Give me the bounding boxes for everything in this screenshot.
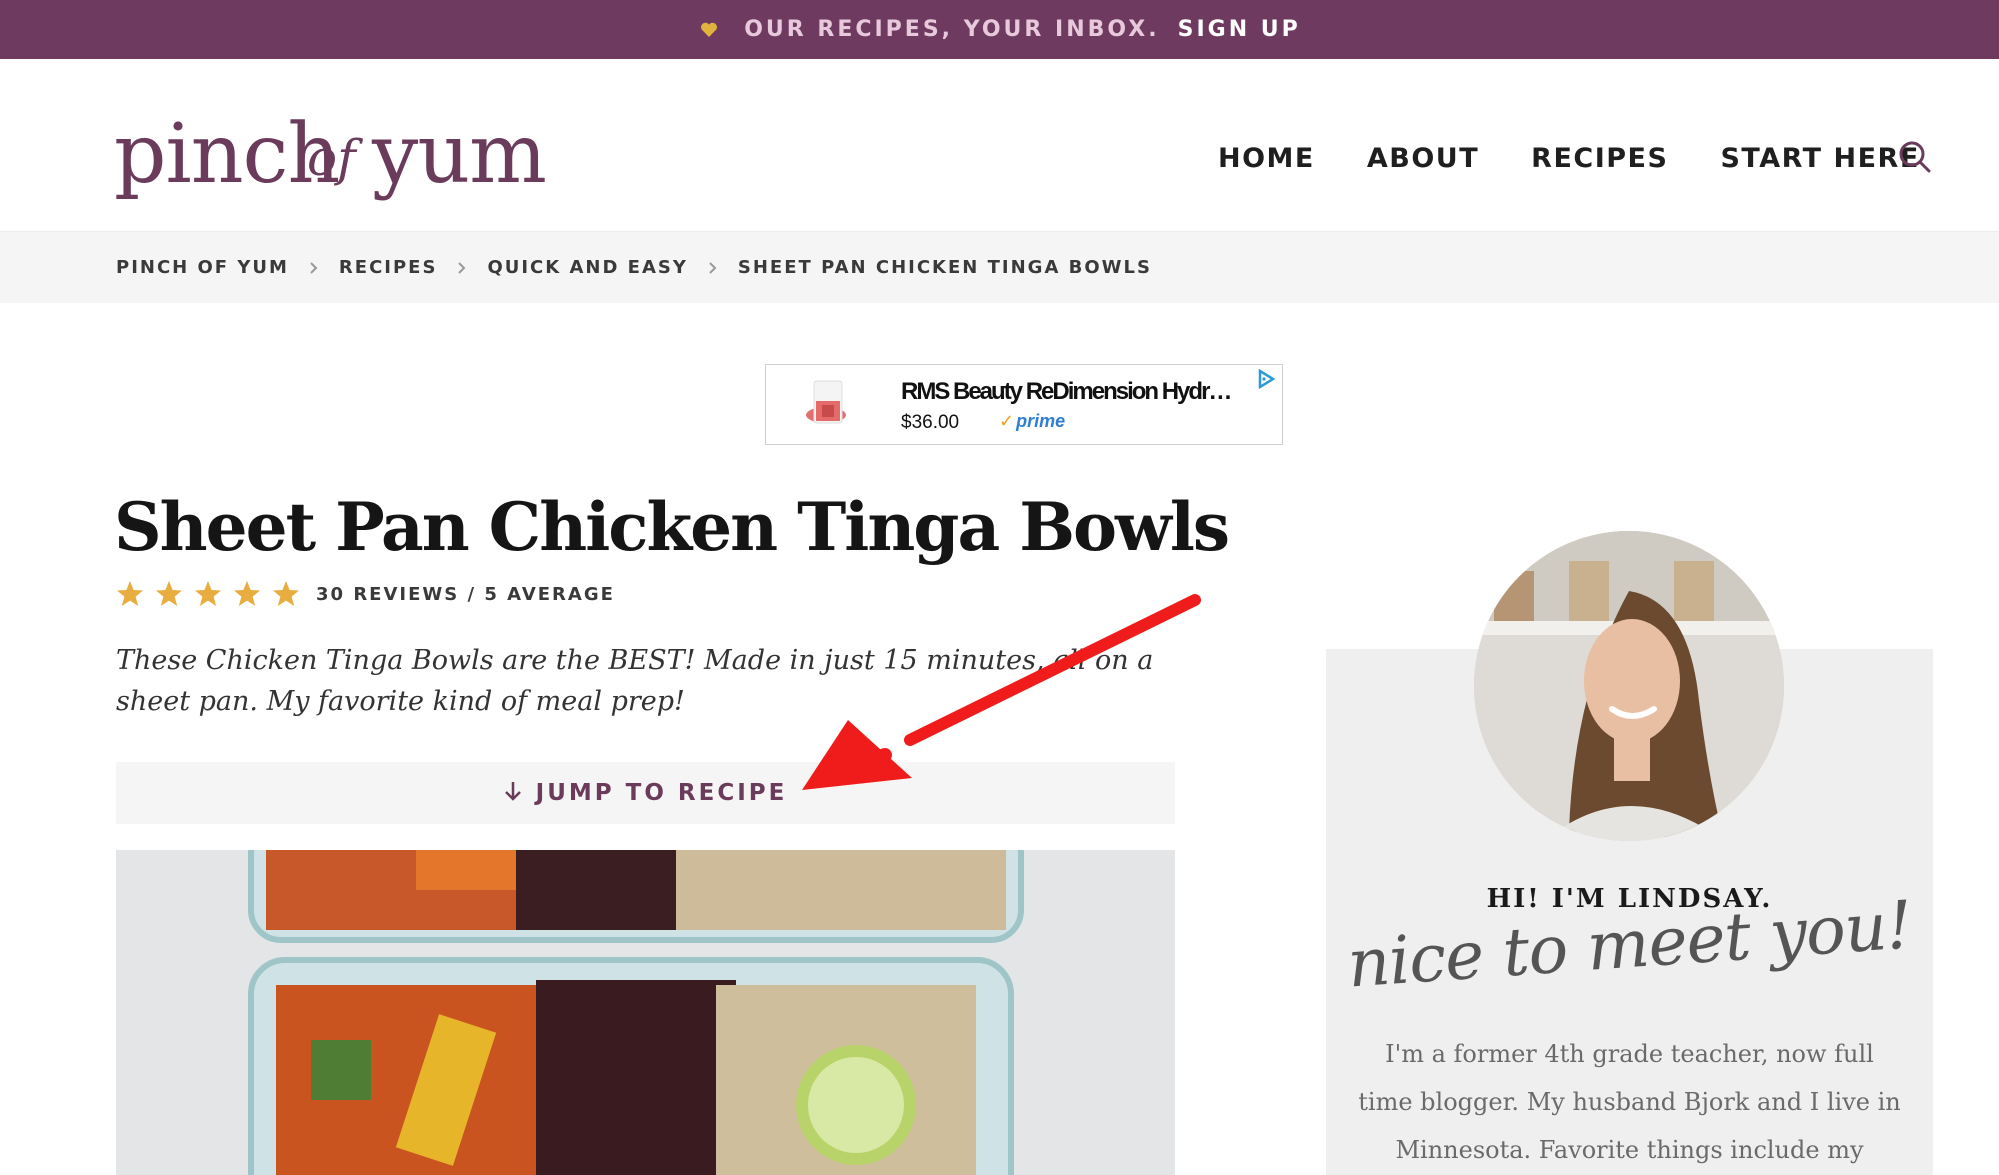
- recipe-intro: These Chicken Tinga Bowls are the BEST! …: [116, 645, 1154, 717]
- site-header: pinch of yum HOME ABOUT RECIPES START HE…: [0, 59, 1999, 231]
- nav-start-here[interactable]: START HERE: [1720, 143, 1919, 174]
- nav-home[interactable]: HOME: [1218, 143, 1315, 174]
- jump-to-recipe-button[interactable]: JUMP TO RECIPE: [116, 762, 1175, 824]
- star-rating: [116, 580, 300, 608]
- breadcrumb-pinch-of-yum[interactable]: PINCH OF YUM: [116, 257, 289, 278]
- star-icon: [233, 580, 261, 608]
- chevron-right-icon: [455, 261, 469, 275]
- logo-word-of: of: [307, 129, 356, 187]
- recipe-hero-image: [116, 850, 1175, 1175]
- recipe-title: Sheet Pan Chicken Tinga Bowls: [114, 488, 1230, 566]
- breadcrumb-quick-and-easy[interactable]: QUICK AND EASY: [487, 257, 687, 278]
- ad-product-image: [796, 375, 856, 435]
- main-nav: HOME ABOUT RECIPES START HERE: [1218, 143, 1920, 174]
- jump-to-recipe-label: JUMP TO RECIPE: [535, 780, 788, 806]
- nav-recipes[interactable]: RECIPES: [1531, 143, 1668, 174]
- promo-message: OUR RECIPES, YOUR INBOX.: [744, 17, 1160, 42]
- signup-link[interactable]: SIGN UP: [1178, 17, 1301, 42]
- promo-bar: OUR RECIPES, YOUR INBOX. SIGN UP: [0, 0, 1999, 59]
- breadcrumb-recipes[interactable]: RECIPES: [339, 257, 438, 278]
- heart-icon: [698, 19, 720, 41]
- nav-about[interactable]: ABOUT: [1367, 143, 1479, 174]
- chevron-right-icon: [307, 261, 321, 275]
- ad-price: $36.00: [901, 412, 960, 433]
- adchoices-icon[interactable]: [1256, 368, 1276, 390]
- recipe-rating[interactable]: 30 REVIEWS / 5 AVERAGE: [116, 580, 615, 608]
- ad-title[interactable]: RMS Beauty ReDimension Hydr…: [901, 378, 1276, 406]
- check-icon: ✓: [999, 411, 1015, 432]
- star-icon: [155, 580, 183, 608]
- arrow-down-icon: [504, 780, 522, 807]
- author-bio: I'm a former 4th grade teacher, now full…: [1358, 1040, 1901, 1164]
- rating-summary[interactable]: 30 REVIEWS / 5 AVERAGE: [316, 584, 615, 605]
- logo-word-yum: yum: [372, 107, 547, 202]
- breadcrumb: PINCH OF YUM RECIPES QUICK AND EASY SHEE…: [0, 231, 1999, 303]
- breadcrumb-current: SHEET PAN CHICKEN TINGA BOWLS: [737, 257, 1152, 278]
- logo-word-pinch: pinch: [114, 107, 340, 202]
- site-logo[interactable]: pinch of yum: [114, 107, 547, 217]
- star-icon: [272, 580, 300, 608]
- author-avatar: [1474, 531, 1784, 841]
- chevron-right-icon: [706, 261, 720, 275]
- search-button[interactable]: [1895, 139, 1935, 179]
- star-icon: [194, 580, 222, 608]
- search-icon: [1898, 140, 1932, 179]
- star-icon: [116, 580, 144, 608]
- ad-banner[interactable]: RMS Beauty ReDimension Hydr… $36.00 ✓ pr…: [765, 364, 1283, 445]
- prime-badge: ✓ prime: [999, 411, 1066, 432]
